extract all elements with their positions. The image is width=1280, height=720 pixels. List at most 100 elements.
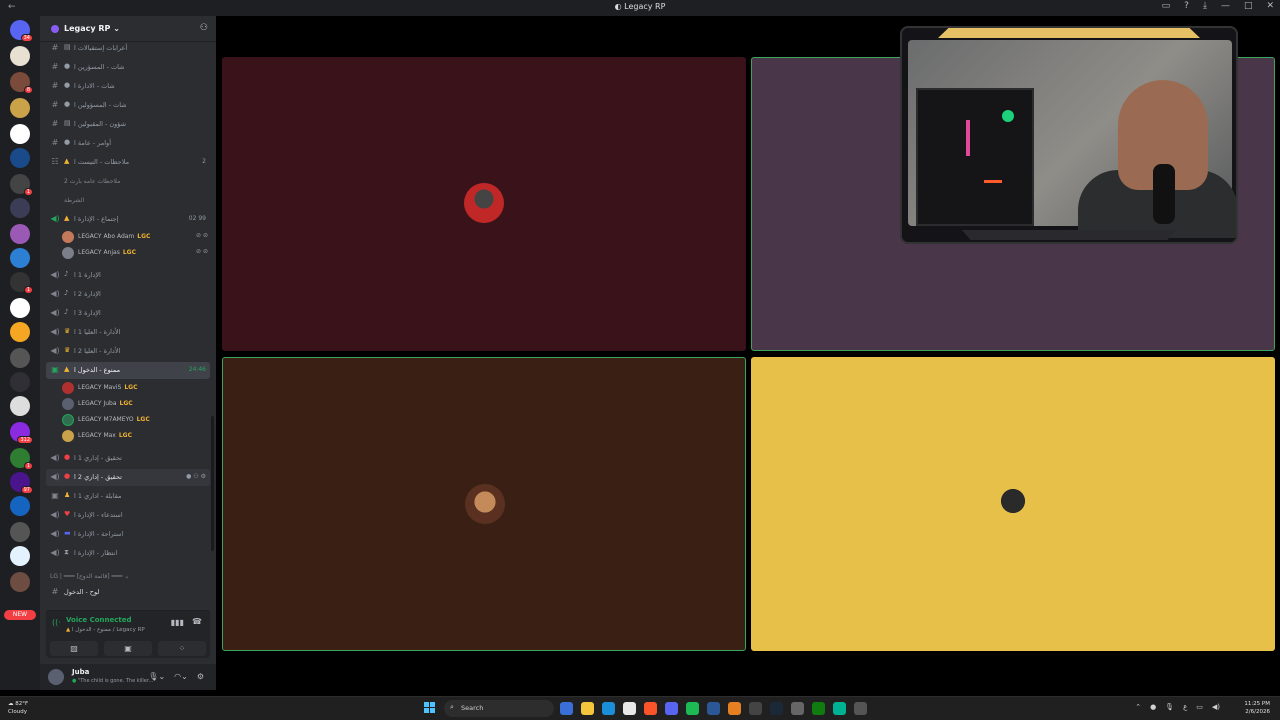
help-icon[interactable]: ? bbox=[1184, 1, 1189, 11]
channel-item[interactable]: ☷ ▲ ملاحظات - التيست ا 2 bbox=[46, 154, 210, 171]
maximize-button[interactable]: □ bbox=[1244, 1, 1253, 11]
inbox-icon[interactable]: ▭ bbox=[1162, 1, 1171, 11]
invite-icon[interactable]: ⚇ bbox=[193, 473, 198, 480]
thread-item[interactable]: الشرطة bbox=[64, 197, 84, 204]
server-icon[interactable] bbox=[10, 522, 30, 542]
person-add-icon[interactable]: ⚇ bbox=[200, 23, 208, 33]
category-header[interactable]: LG | ━━━ [قائمة الدوج] ━━━ ⌄ bbox=[50, 573, 129, 580]
channel-item[interactable]: # ● أوامر - عامة ا bbox=[46, 135, 210, 152]
voice-channel-item[interactable]: ◀) ▬ استراحة - الإدارة ا bbox=[46, 526, 210, 543]
store-icon[interactable] bbox=[623, 702, 636, 715]
avatar[interactable] bbox=[48, 669, 64, 685]
app-icon[interactable] bbox=[728, 702, 741, 715]
voice-user[interactable]: LEGACY Juba LGC bbox=[62, 396, 212, 412]
voice-channel-item[interactable]: ◀) ♥ استدعاء - الإدارة ا bbox=[46, 507, 210, 524]
clock[interactable]: 11:25 PM 2/6/2026 bbox=[1244, 700, 1270, 716]
close-button[interactable]: ✕ bbox=[1266, 1, 1274, 11]
server-icon[interactable]: 97 bbox=[10, 472, 33, 494]
server-icon[interactable] bbox=[10, 224, 30, 244]
channel-item[interactable]: # ● شات - الادارة ا bbox=[46, 78, 210, 95]
participant-tile-max[interactable] bbox=[751, 357, 1275, 651]
server-icon[interactable] bbox=[10, 46, 30, 66]
voice-channel-item[interactable]: ◀) ♛ الأدارة - العليا 1 ا bbox=[46, 324, 210, 341]
soundboard-icon[interactable]: ▮▮▮ bbox=[171, 618, 184, 627]
channel-item[interactable]: # لوح - الدخول bbox=[46, 584, 210, 601]
server-icon[interactable] bbox=[10, 98, 30, 118]
weather-widget[interactable]: ☁ 82°F Cloudy bbox=[8, 700, 28, 716]
voice-channel-item[interactable]: ◀) ▲ إجتماع - الإدارة ا 02 99 bbox=[46, 211, 210, 228]
activities-button[interactable]: ⁘ bbox=[158, 641, 206, 656]
steam-icon[interactable] bbox=[770, 702, 783, 715]
server-icon[interactable] bbox=[10, 248, 30, 268]
voice-channel-item[interactable]: ◀) ● تحقيق - إداري 2 ا ● ⚇ ⚙ bbox=[46, 469, 210, 486]
channel-item[interactable]: # ▤ شؤون - المقبولين ا bbox=[46, 116, 210, 133]
voice-user[interactable]: LEGACY M7AMEYO LGC bbox=[62, 412, 212, 428]
active-voice-channel[interactable]: ▣ ▲ ممنوع - الدخول ا 24:46 bbox=[46, 362, 210, 379]
scrollbar[interactable] bbox=[211, 416, 214, 551]
voice-user[interactable]: LEGACY Max LGC bbox=[62, 428, 212, 444]
language-icon[interactable]: ع bbox=[1183, 703, 1187, 711]
brave-icon[interactable] bbox=[644, 702, 657, 715]
channel-item[interactable]: # ● شات - المسؤولين ا bbox=[46, 97, 210, 114]
server-icon[interactable] bbox=[10, 148, 30, 168]
discord-icon[interactable] bbox=[665, 702, 678, 715]
volume-icon[interactable]: ◀) bbox=[1212, 703, 1220, 711]
gear-icon[interactable]: ⚙ bbox=[201, 473, 206, 480]
start-button[interactable] bbox=[424, 702, 436, 714]
server-icon-legacy-rp[interactable] bbox=[10, 298, 30, 318]
settings-icon[interactable] bbox=[791, 702, 804, 715]
taskbar-search[interactable]: ⌕ Search bbox=[444, 700, 554, 717]
app-icon[interactable] bbox=[854, 702, 867, 715]
voice-user[interactable]: LEGACY Anjas LGC ⊘ ⊘ bbox=[62, 245, 212, 261]
channel-item[interactable]: # ▤ أعرابات إستقبالات ا bbox=[46, 40, 210, 57]
participant-tile-mavis[interactable] bbox=[222, 57, 746, 351]
thread-item[interactable]: ملاحظات عامه بارت 2 bbox=[64, 178, 120, 185]
spotify-icon[interactable] bbox=[686, 702, 699, 715]
server-icon[interactable] bbox=[10, 348, 30, 368]
microphone-icon[interactable]: 🎙︎ bbox=[1165, 703, 1174, 711]
voice-user[interactable]: LEGACY MaviS LGC bbox=[62, 380, 212, 396]
server-icon[interactable] bbox=[10, 322, 30, 342]
app-icon[interactable] bbox=[833, 702, 846, 715]
voice-channel-item[interactable]: ◀) ♪ الإدارة 1 ا bbox=[46, 267, 210, 284]
obs-icon[interactable] bbox=[749, 702, 762, 715]
direct-messages-icon[interactable]: 34 bbox=[10, 20, 33, 42]
server-icon[interactable] bbox=[10, 572, 30, 592]
chevron-up-icon[interactable]: ⌃ bbox=[1135, 703, 1141, 711]
voice-channel-item[interactable]: ◀) ⧗ انتظار - الإدارة ا bbox=[46, 545, 210, 562]
copilot-icon[interactable] bbox=[560, 702, 573, 715]
download-icon[interactable]: ⤓ bbox=[1203, 1, 1207, 11]
disconnect-icon[interactable]: ☎ bbox=[192, 617, 202, 626]
server-icon[interactable] bbox=[10, 496, 30, 516]
camera-off-button[interactable]: ▨ bbox=[50, 641, 98, 656]
voice-channel-item[interactable]: ◀) ♪ الإدارة 2 ا bbox=[46, 286, 210, 303]
voice-channel-item[interactable]: ◀) ● تحقيق - إداري 1 ا bbox=[46, 450, 210, 467]
voice-channel-item[interactable]: ◀) ♛ الأدارة - العليا 2 ا bbox=[46, 343, 210, 360]
network-icon[interactable]: ▭ bbox=[1196, 703, 1203, 711]
server-icon[interactable]: 8 bbox=[10, 72, 33, 94]
server-icon[interactable] bbox=[10, 198, 30, 218]
server-icon[interactable] bbox=[10, 372, 30, 392]
server-icon[interactable] bbox=[10, 396, 30, 416]
channel-item[interactable]: # ● شات - المسؤرين ا bbox=[46, 59, 210, 76]
server-icon[interactable]: 312 bbox=[10, 422, 33, 444]
screen-share-button[interactable]: ▣ bbox=[104, 641, 152, 656]
server-icon[interactable]: 1 bbox=[10, 448, 33, 470]
chat-icon[interactable]: ● bbox=[186, 473, 191, 480]
server-icon[interactable] bbox=[10, 546, 30, 566]
gear-icon[interactable]: ⚙ bbox=[197, 672, 204, 681]
voice-channel-item[interactable]: ▣ ♟ مقابلة - اداري 1 ا bbox=[46, 488, 210, 505]
edge-icon[interactable] bbox=[602, 702, 615, 715]
server-icon[interactable]: 1 bbox=[10, 272, 33, 294]
server-header[interactable]: Legacy RP ⌄ ⚇ bbox=[40, 16, 216, 42]
tray-app-icon[interactable]: ● bbox=[1150, 703, 1156, 711]
app-icon[interactable] bbox=[707, 702, 720, 715]
headphones-icon[interactable]: ◠⌄ bbox=[174, 672, 188, 681]
voice-location[interactable]: ▲ ممنوع - الدخول ا / Legacy RP bbox=[66, 627, 145, 633]
server-icon[interactable] bbox=[10, 124, 30, 144]
microphone-icon[interactable]: 🎙︎⌄ bbox=[148, 672, 165, 681]
minimize-button[interactable]: — bbox=[1221, 1, 1230, 11]
voice-user[interactable]: LEGACY Abo Adam LGC ⊘ ⊘ bbox=[62, 229, 212, 245]
xbox-icon[interactable] bbox=[812, 702, 825, 715]
voice-channel-item[interactable]: ◀) ♪ الإدارة 3 ا bbox=[46, 305, 210, 322]
